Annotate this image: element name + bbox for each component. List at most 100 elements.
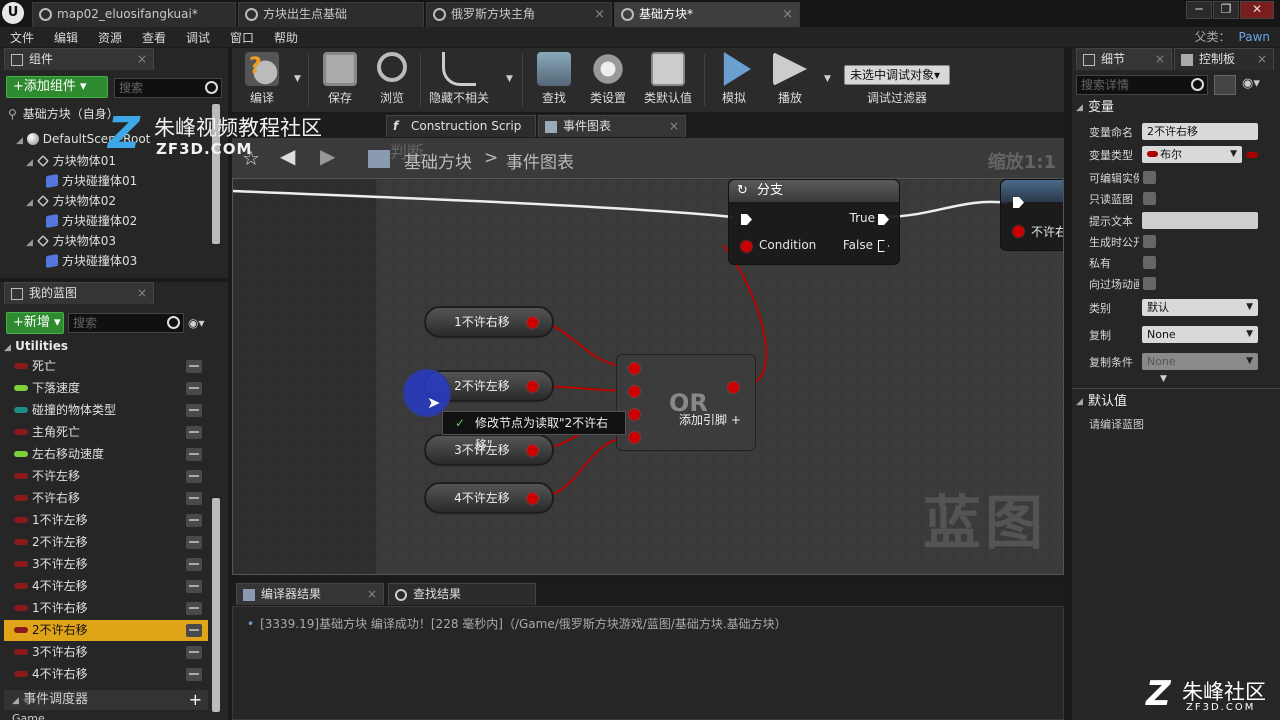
save-button[interactable]: 保存 <box>312 50 368 108</box>
visibility-toggle-icon[interactable] <box>186 646 202 659</box>
private-checkbox[interactable] <box>1143 256 1156 269</box>
var-type-select[interactable]: 布尔 <box>1142 146 1242 163</box>
visibility-toggle-icon[interactable] <box>186 470 202 483</box>
components-search-input[interactable]: 搜索 <box>114 78 222 98</box>
tooltip-input[interactable] <box>1142 212 1258 229</box>
true-exec-pin[interactable] <box>878 214 889 225</box>
visibility-toggle-icon[interactable] <box>186 558 202 571</box>
or-node[interactable]: OR 添加引脚 + <box>616 354 756 451</box>
tab-compiler-results[interactable]: 编译器结果 × <box>236 583 384 605</box>
play-options-icon[interactable]: ▼ <box>824 74 832 84</box>
restore-button[interactable]: ❐ <box>1213 1 1239 19</box>
close-icon[interactable]: × <box>1257 49 1267 70</box>
cinematic-checkbox[interactable] <box>1143 277 1156 290</box>
tab-spawn-point[interactable]: 方块出生点基础 <box>238 2 424 27</box>
close-window-button[interactable]: ✕ <box>1240 1 1274 19</box>
event-graph-canvas[interactable]: ↻ 分支 True Condition False 不许右 1不许右移 2不许左… <box>232 178 1064 575</box>
replication-select[interactable]: None <box>1142 326 1258 343</box>
tree-block-collider-03[interactable]: 方块碰撞体03 <box>46 252 137 269</box>
visibility-toggle-icon[interactable] <box>186 602 202 615</box>
menu-file[interactable]: 文件 <box>10 29 34 46</box>
variable-item[interactable]: 不许左移 <box>4 466 208 487</box>
hide-unrelated-button[interactable]: 隐藏不相关 <box>424 50 494 108</box>
add-new-button[interactable]: +新增 ▾ <box>6 312 64 334</box>
menu-debug[interactable]: 调试 <box>186 29 210 46</box>
menu-edit[interactable]: 编辑 <box>54 29 78 46</box>
getter-4-no-left[interactable]: 4不许左移 <box>424 482 554 514</box>
property-matrix-icon[interactable] <box>1214 75 1236 95</box>
menu-assets[interactable]: 资源 <box>98 29 122 46</box>
details-search-input[interactable]: 搜索详情 <box>1076 75 1208 95</box>
tab-map02[interactable]: map02_eluosifangkuai* <box>32 2 236 27</box>
variable-item[interactable]: 3不许右移 <box>4 642 208 663</box>
tab-find-results[interactable]: 查找结果 <box>388 583 536 605</box>
add-pin-button[interactable]: 添加引脚 + <box>679 411 741 428</box>
my-blueprint-tab[interactable]: 我的蓝图 × <box>4 282 154 304</box>
compile-button[interactable]: ? 编译 <box>234 50 290 108</box>
variable-item[interactable]: 2不许左移 <box>4 532 208 553</box>
close-icon[interactable]: × <box>367 584 377 605</box>
tree-block-collider-01[interactable]: 方块碰撞体01 <box>46 172 137 189</box>
event-dispatchers-section[interactable]: ◢ 事件调度器 + <box>4 690 208 710</box>
tab-construction-script[interactable]: f Construction Scrip <box>386 115 536 137</box>
category-select[interactable]: 默认 <box>1142 299 1258 316</box>
class-settings-button[interactable]: 类设置 <box>580 50 636 108</box>
variable-item[interactable]: 1不许左移 <box>4 510 208 531</box>
var-name-input[interactable]: 2不许右移 <box>1142 123 1258 140</box>
false-exec-pin[interactable] <box>878 240 889 252</box>
add-component-button[interactable]: +添加组件 ▾ <box>6 76 108 98</box>
blueprint-scrollbar[interactable] <box>212 498 220 712</box>
compile-options-icon[interactable]: ▼ <box>294 74 302 84</box>
variable-item[interactable]: 不许右移 <box>4 488 208 509</box>
branch-node[interactable]: ↻ 分支 True Condition False <box>728 179 900 265</box>
menu-help[interactable]: 帮助 <box>274 29 298 46</box>
section-variable[interactable]: 变量 <box>1076 98 1276 118</box>
show-advanced-icon[interactable]: ▼ <box>1160 374 1167 384</box>
exec-in-pin[interactable] <box>741 214 752 225</box>
minimize-button[interactable]: ─ <box>1186 1 1212 19</box>
tree-block-collider-02[interactable]: 方块碰撞体02 <box>46 212 137 229</box>
section-default-value[interactable]: 默认值 <box>1076 392 1276 412</box>
visibility-toggle-icon[interactable] <box>186 492 202 505</box>
visibility-toggle-icon[interactable] <box>186 624 202 637</box>
variable-item[interactable]: 3不许左移 <box>4 554 208 575</box>
view-options-icon[interactable]: ◉▾ <box>188 316 205 330</box>
getter-1-no-right[interactable]: 1不许右移 <box>424 306 554 338</box>
close-icon[interactable]: × <box>594 3 605 26</box>
variable-item[interactable]: 下落速度 <box>4 378 208 399</box>
tab-tetris-pawn[interactable]: 俄罗斯方块主角 × <box>426 2 612 27</box>
set-variable-node[interactable]: 不许右 <box>1000 179 1063 251</box>
expose-spawn-checkbox[interactable] <box>1143 235 1156 248</box>
editable-checkbox[interactable] <box>1143 171 1156 184</box>
variable-item[interactable]: 1不许右移 <box>4 598 208 619</box>
set-value-pin[interactable] <box>1013 226 1024 237</box>
readonly-checkbox[interactable] <box>1143 192 1156 205</box>
log-entry[interactable]: • [3339.19]基础方块 编译成功！[228 毫秒内]（/Game/俄罗斯方… <box>247 615 787 632</box>
close-icon[interactable]: × <box>137 49 147 70</box>
or-output-pin[interactable] <box>728 382 739 393</box>
variable-item[interactable]: 死亡 <box>4 356 208 377</box>
tree-block-mesh-01[interactable]: ◢ 方块物体01 <box>26 152 116 169</box>
breadcrumb-leaf[interactable]: 事件图表 <box>506 148 574 173</box>
variable-item[interactable]: 主角死亡 <box>4 422 208 443</box>
tree-block-mesh-03[interactable]: ◢ 方块物体03 <box>26 232 116 249</box>
tab-details[interactable]: 细节 × <box>1076 48 1172 70</box>
self-row[interactable]: ⚲ 基础方块（自身） <box>8 105 119 122</box>
components-tab[interactable]: 组件 × <box>4 48 154 70</box>
visibility-toggle-icon[interactable] <box>186 580 202 593</box>
branch-node-header[interactable]: ↻ 分支 <box>729 180 899 202</box>
category-game[interactable]: Game <box>12 712 45 720</box>
close-icon[interactable]: × <box>1155 49 1165 70</box>
simulate-button[interactable]: 模拟 <box>706 50 762 108</box>
visibility-toggle-icon[interactable] <box>186 514 202 527</box>
variable-item[interactable]: 4不许左移 <box>4 576 208 597</box>
tab-palette[interactable]: 控制板 × <box>1174 48 1274 70</box>
visibility-toggle-icon[interactable] <box>186 404 202 417</box>
or-input-pin-d[interactable] <box>629 432 640 443</box>
play-button[interactable]: 播放 <box>762 50 818 108</box>
or-input-pin-a[interactable] <box>629 363 640 374</box>
add-dispatcher-icon[interactable]: + <box>189 690 202 710</box>
visibility-toggle-icon[interactable] <box>186 448 202 461</box>
parent-class-link[interactable]: Pawn <box>1239 30 1270 44</box>
visibility-toggle-icon[interactable] <box>186 382 202 395</box>
